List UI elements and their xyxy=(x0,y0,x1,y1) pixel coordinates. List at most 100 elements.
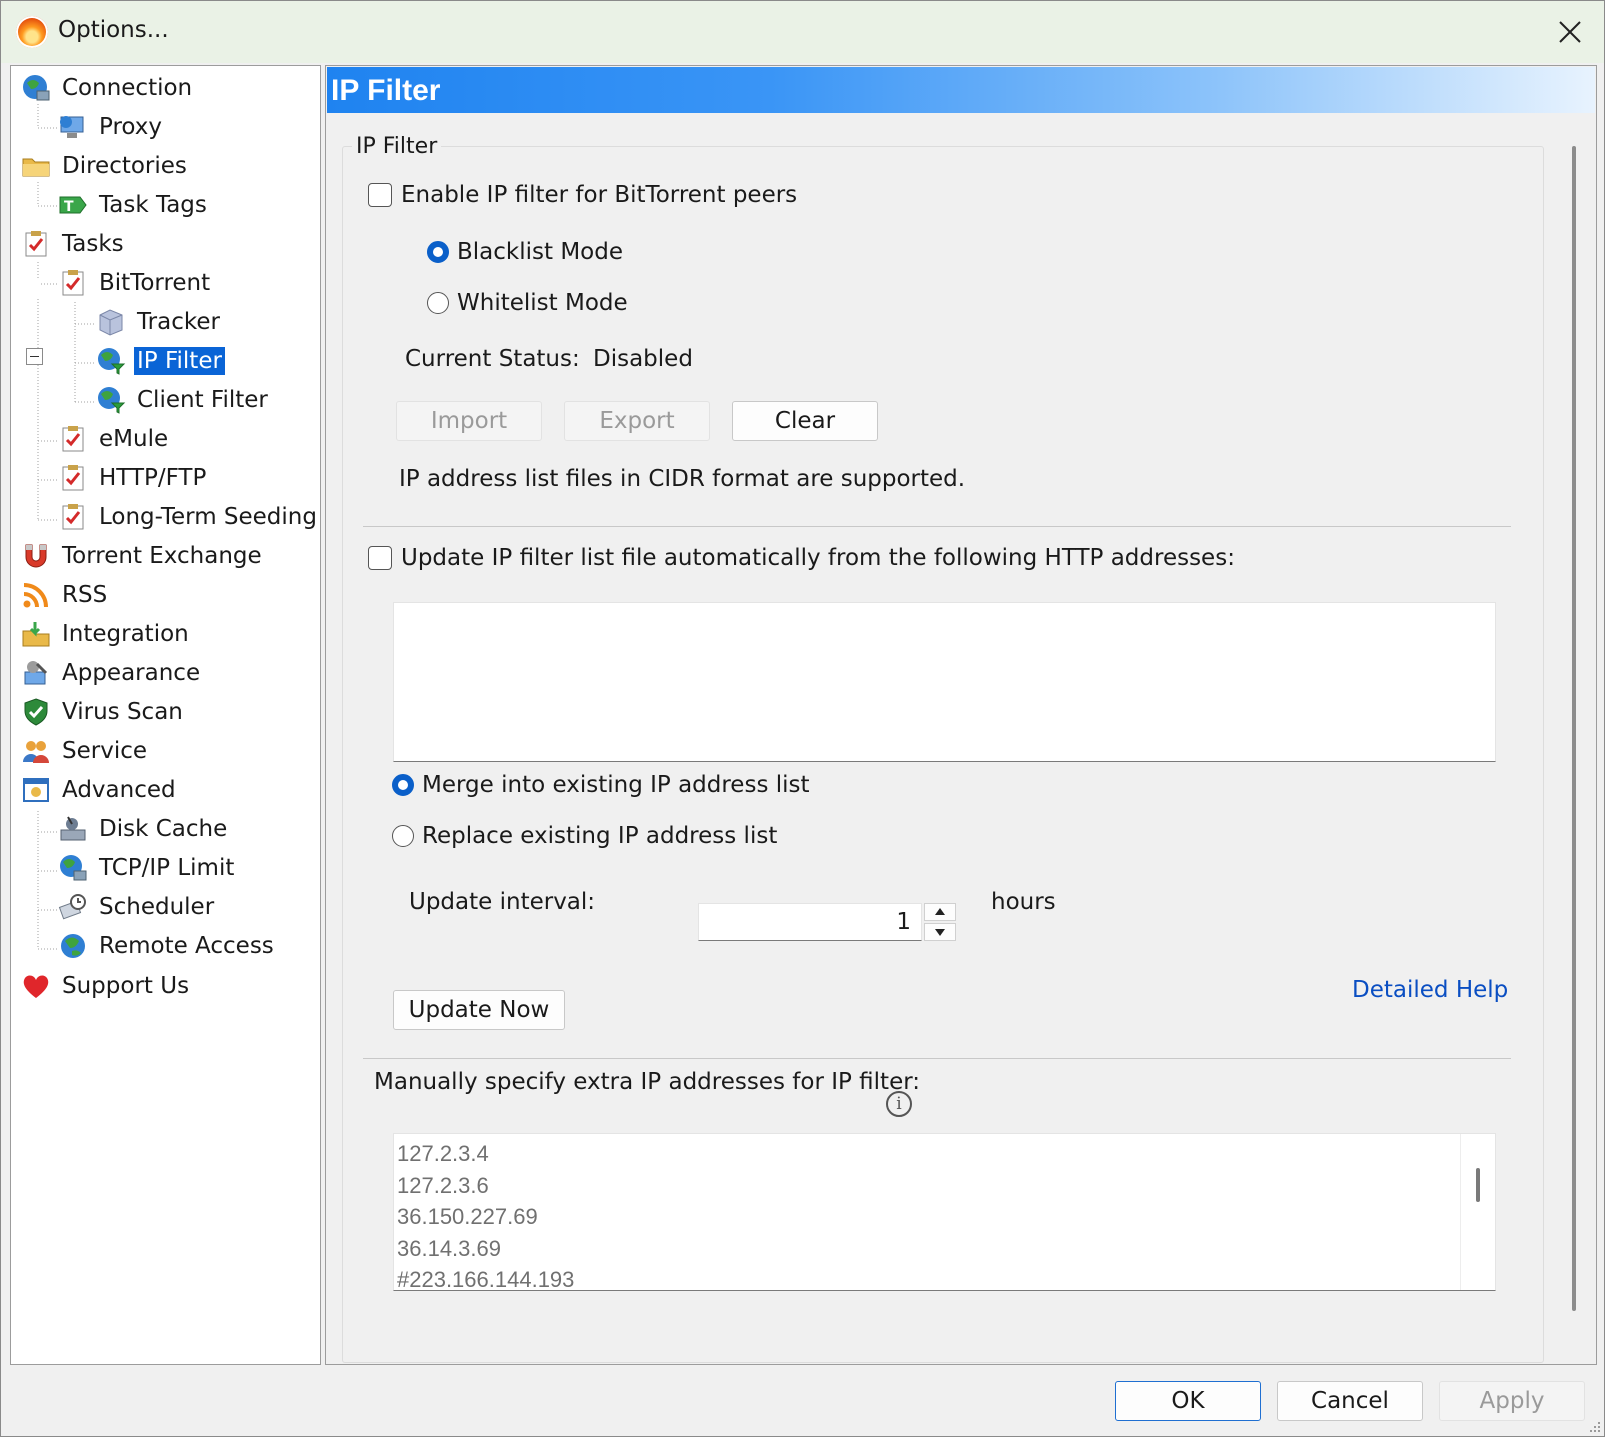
groupbox-title: IP Filter xyxy=(352,134,442,159)
ip-filter-panel: IP Filter IP Filter Enable IP filter for… xyxy=(325,65,1597,1365)
shield-check-icon xyxy=(20,696,52,728)
tree-item-task-tags[interactable]: T Task Tags xyxy=(57,188,210,222)
tree-item-connection[interactable]: Connection xyxy=(20,71,195,105)
tree-item-advanced[interactable]: Advanced xyxy=(20,773,179,807)
resize-grip-icon[interactable] xyxy=(1586,1418,1602,1434)
tree-item-label: BitTorrent xyxy=(99,270,211,296)
tree-item-label: Support Us xyxy=(62,973,190,999)
ok-button[interactable]: OK xyxy=(1115,1381,1261,1421)
update-urls-textarea[interactable] xyxy=(393,602,1496,762)
info-icon[interactable]: i xyxy=(886,1091,912,1117)
panel-scrollbar-thumb[interactable] xyxy=(1572,146,1576,1311)
manual-ip-textarea[interactable]: 127.2.3.4 127.2.3.6 36.150.227.69 36.14.… xyxy=(393,1133,1496,1291)
update-interval-stepper[interactable] xyxy=(924,903,956,941)
enable-ip-filter-checkbox[interactable]: Enable IP filter for BitTorrent peers xyxy=(368,182,797,208)
detailed-help-link[interactable]: Detailed Help xyxy=(1352,977,1508,1003)
replace-list-radio[interactable]: Replace existing IP address list xyxy=(392,823,777,849)
radio-dot[interactable] xyxy=(392,825,414,847)
apply-button[interactable]: Apply xyxy=(1439,1381,1585,1421)
update-now-button[interactable]: Update Now xyxy=(393,990,565,1030)
ip-entry: 36.150.227.69 xyxy=(397,1204,538,1229)
checkbox-box[interactable] xyxy=(368,546,392,570)
tree-item-label: Service xyxy=(62,738,148,764)
tree-item-label: Advanced xyxy=(62,777,176,803)
ip-entry: 127.2.3.6 xyxy=(397,1172,489,1198)
ip-entry: #223.166.144.193 xyxy=(397,1267,575,1291)
tree-item-disk-cache[interactable]: Disk Cache xyxy=(57,812,230,846)
tree-item-proxy[interactable]: Proxy xyxy=(57,110,165,144)
tree-item-support-us[interactable]: Support Us xyxy=(20,969,192,1003)
users-icon xyxy=(20,735,52,767)
import-button[interactable]: Import xyxy=(396,401,542,441)
cidr-support-note: IP address list files in CIDR format are… xyxy=(399,466,966,492)
tree-item-http-ftp[interactable]: HTTP/FTP xyxy=(57,461,209,495)
clear-button[interactable]: Clear xyxy=(732,401,878,441)
tree-item-label: Connection xyxy=(62,75,193,101)
radio-dot[interactable] xyxy=(392,774,414,796)
tree-item-virus-scan[interactable]: Virus Scan xyxy=(20,695,186,729)
export-button[interactable]: Export xyxy=(564,401,710,441)
merge-list-radio[interactable]: Merge into existing IP address list xyxy=(392,772,810,798)
tree-item-tcp-ip-limit[interactable]: TCP/IP Limit xyxy=(57,851,237,885)
blacklist-mode-radio[interactable]: Blacklist Mode xyxy=(427,239,623,265)
tree-item-integration[interactable]: Integration xyxy=(20,617,192,651)
tree-item-label: Client Filter xyxy=(137,387,268,413)
tree-item-label: IP Filter xyxy=(134,347,225,375)
close-button[interactable] xyxy=(1534,1,1604,63)
scheduler-icon xyxy=(57,891,89,923)
tree-item-emule[interactable]: eMule xyxy=(57,422,171,456)
tree-item-torrent-exchange[interactable]: Torrent Exchange xyxy=(20,539,265,573)
globe-filter-icon xyxy=(95,345,127,377)
tree-item-bittorrent[interactable]: BitTorrent xyxy=(57,266,213,300)
ip-entry: 127.2.3.4 xyxy=(397,1141,489,1166)
tree-item-tasks[interactable]: Tasks xyxy=(20,227,127,261)
checkbox-box[interactable] xyxy=(368,183,392,207)
tree-item-appearance[interactable]: Appearance xyxy=(20,656,203,690)
auto-update-checkbox[interactable]: Update IP filter list file automatically… xyxy=(368,545,1235,571)
task-checklist-icon xyxy=(57,423,89,455)
proxy-computer-icon xyxy=(57,111,89,143)
spin-down-arrow-icon[interactable] xyxy=(924,923,956,941)
tree-item-label: TCP/IP Limit xyxy=(99,855,235,881)
tree-item-client-filter[interactable]: Client Filter xyxy=(95,383,271,417)
tree-item-rss[interactable]: RSS xyxy=(20,578,110,612)
tree-item-scheduler[interactable]: Scheduler xyxy=(57,890,217,924)
tree-item-directories[interactable]: Directories xyxy=(20,149,190,183)
radio-dot[interactable] xyxy=(427,292,449,314)
task-checklist-icon xyxy=(57,462,89,494)
manual-ip-scrollbar[interactable] xyxy=(1460,1134,1495,1290)
title-bar[interactable]: Options... xyxy=(1,1,1604,63)
tree-item-label: Tasks xyxy=(62,231,124,257)
ip-entry: 36.14.3.69 xyxy=(397,1235,501,1261)
whitelist-mode-label: Whitelist Mode xyxy=(457,290,628,316)
tree-item-label: Task Tags xyxy=(99,192,207,218)
tree-item-long-term-seeding[interactable]: Long-Term Seeding xyxy=(57,500,320,534)
cancel-button[interactable]: Cancel xyxy=(1277,1381,1423,1421)
rss-icon xyxy=(20,579,52,611)
tree-item-service[interactable]: Service xyxy=(20,734,150,768)
tree-item-tracker[interactable]: Tracker xyxy=(95,305,223,339)
whitelist-mode-radio[interactable]: Whitelist Mode xyxy=(427,290,628,316)
tree-item-label: HTTP/FTP xyxy=(99,465,207,491)
disk-cache-icon xyxy=(57,813,89,845)
tree-item-label: eMule xyxy=(99,426,169,452)
radio-dot[interactable] xyxy=(427,241,449,263)
options-dialog: Options... Connection Proxy Directories … xyxy=(0,0,1605,1437)
spin-up-arrow-icon[interactable] xyxy=(924,903,956,921)
tree-item-label: Appearance xyxy=(62,660,201,686)
panel-scrollbar[interactable] xyxy=(1561,116,1587,1356)
options-tree[interactable]: Connection Proxy Directories T Task Tags… xyxy=(10,65,321,1365)
bittorrent-collapse-toggle[interactable] xyxy=(26,348,43,365)
task-checklist-icon xyxy=(57,501,89,533)
task-checklist-icon xyxy=(20,228,52,260)
tree-item-ip-filter[interactable]: IP Filter xyxy=(95,344,225,378)
update-interval-input[interactable]: 1 xyxy=(698,903,922,941)
task-checklist-icon xyxy=(57,267,89,299)
tree-item-label: Proxy xyxy=(99,114,163,140)
appearance-icon xyxy=(20,657,52,689)
tree-item-remote-access[interactable]: Remote Access xyxy=(57,929,277,963)
manual-ip-scrollbar-thumb[interactable] xyxy=(1476,1168,1480,1202)
window-title: Options... xyxy=(58,17,169,43)
tree-item-label: RSS xyxy=(62,582,108,608)
advanced-window-icon xyxy=(20,774,52,806)
